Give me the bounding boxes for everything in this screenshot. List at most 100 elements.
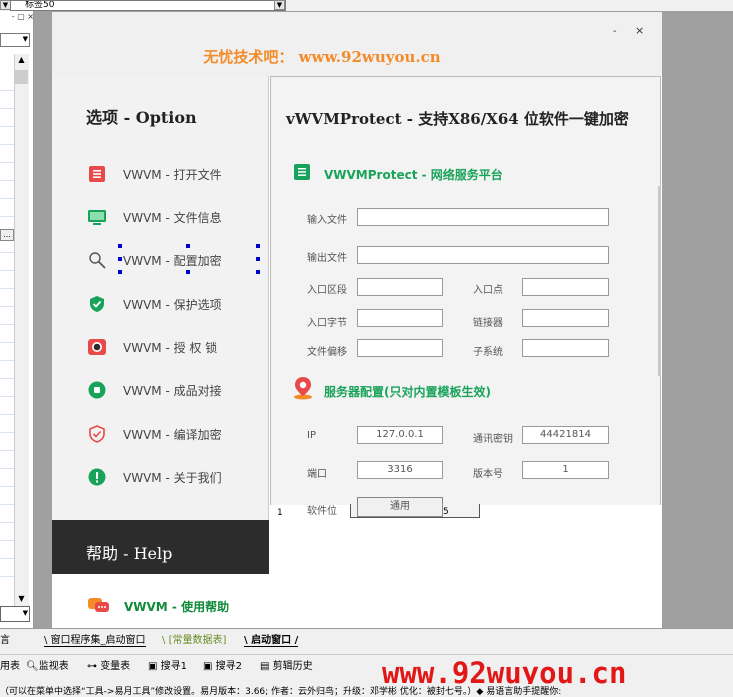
toolbar-search1[interactable]: ▣ 搜寻1	[148, 657, 187, 672]
bottom-tab-startup-window[interactable]: \ 启动窗口 /	[244, 631, 299, 647]
bottom-tab-stub[interactable]: 言	[0, 631, 10, 646]
selection-handle[interactable]	[256, 257, 260, 261]
sidebar-item-compile-encrypt[interactable]: VWVM - 编译加密	[86, 422, 266, 446]
chat-bubbles-icon	[88, 598, 109, 612]
sidebar-item-protect-options[interactable]: VWVM - 保护选项	[86, 292, 266, 316]
tab-combo[interactable]: 标签50	[10, 0, 286, 11]
help-title: 帮助 - Help	[86, 544, 173, 563]
help-item-label: VWVM - 使用帮助	[124, 600, 230, 614]
selection-handle[interactable]	[256, 270, 260, 274]
bottom-tab-assembly[interactable]: \ 窗口程序集_启动窗口	[44, 631, 146, 647]
label-entry-bytes: 入口字节	[307, 318, 347, 329]
toolbar-label: 监视表	[38, 661, 69, 672]
selection-handle[interactable]	[256, 244, 260, 248]
minimize-button[interactable]: -	[613, 26, 625, 37]
input-file-field[interactable]	[357, 208, 609, 226]
close-button[interactable]: ×	[635, 24, 647, 37]
ip-field[interactable]: 127.0.0.1	[357, 426, 443, 444]
label-entry-section: 入口区段	[307, 285, 347, 296]
section-title-server: 服务器配置(只对内置模板生效)	[324, 385, 491, 399]
toolbar-clip-history[interactable]: ▤ 剪辑历史	[260, 657, 313, 672]
sidebar-item-about-us[interactable]: VWVM - 关于我们	[86, 465, 266, 489]
sidebar-item-config-encrypt[interactable]: VWVM - 配置加密	[86, 248, 266, 272]
selection-handle[interactable]	[118, 270, 122, 274]
sidebar-item-label: VWVM - 配置加密	[123, 254, 222, 268]
label-software-bits: 软件位	[307, 506, 337, 517]
shield-outline-icon	[89, 425, 105, 443]
file-list-icon	[89, 166, 105, 182]
file-offset-field[interactable]	[357, 339, 443, 357]
tab-number-5[interactable]: 5	[443, 507, 449, 517]
label-file-offset: 文件偏移	[307, 347, 347, 358]
variable-icon: ⊶	[87, 661, 97, 672]
panel-bottom-combo[interactable]: ▼	[0, 606, 30, 622]
scroll-down-icon[interactable]: ▼	[15, 594, 28, 606]
tab-combo-arrow[interactable]: ▼	[274, 0, 285, 10]
sidebar-title: 选项 - Option	[86, 108, 197, 127]
toolbar-variable-table[interactable]: ⊶ 变量表	[87, 657, 130, 672]
port-field[interactable]: 3316	[357, 461, 443, 479]
entry-section-field[interactable]	[357, 278, 443, 296]
location-pin-icon	[294, 377, 312, 400]
selection-handle[interactable]	[118, 244, 122, 248]
label-linker: 链接器	[473, 318, 503, 329]
comm-key-field[interactable]: 44421814	[522, 426, 609, 444]
toolbar-search2[interactable]: ▣ 搜寻2	[203, 657, 242, 672]
general-button[interactable]: 通用	[357, 497, 443, 517]
status-bar: （可以在菜单中选择“工具->易月工具”修改设置。易月版本：3.66; 作者：云外…	[0, 684, 733, 697]
section-title-network: VWVMProtect - 网络服务平台	[324, 168, 503, 182]
entry-point-field[interactable]	[522, 278, 609, 296]
label-subsystem: 子系统	[473, 347, 503, 358]
selection-handle[interactable]	[186, 244, 190, 248]
monitor-icon	[88, 210, 106, 225]
magnifier-icon	[89, 252, 106, 269]
label-ip: IP	[307, 430, 316, 441]
camera-icon	[88, 339, 106, 355]
tab-number-1[interactable]: 1	[277, 508, 283, 518]
list-icon	[294, 164, 310, 180]
sidebar-item-product-dock[interactable]: VWVM - 成品对接	[86, 378, 266, 402]
entry-bytes-field[interactable]	[357, 309, 443, 327]
left-panel-scroll-thumb[interactable]	[15, 70, 28, 84]
linker-field[interactable]	[522, 309, 609, 327]
square-dot-icon	[88, 381, 106, 399]
magnifier-icon: 🔍︎	[26, 661, 39, 672]
toolbar-label: 变量表	[100, 661, 131, 672]
sidebar-item-label: VWVM - 保护选项	[123, 298, 222, 312]
toolbar-usage-table[interactable]: 用表	[0, 657, 20, 672]
selection-handle[interactable]	[186, 270, 190, 274]
bottom-tab-label: 窗口程序集_启动窗口	[50, 635, 146, 646]
left-panel-scrollbar[interactable]	[14, 54, 29, 614]
sidebar-item-license-lock[interactable]: VWVM - 授 权 锁	[86, 335, 266, 359]
ellipsis-label: ...	[3, 230, 11, 239]
panel-combo[interactable]: ▼	[0, 33, 30, 47]
panel-bottom-combo-arrow-icon: ▼	[22, 609, 28, 617]
tab-combo-value: 标签50	[25, 0, 55, 10]
main-title: vWVMProtect - 支持X86/X64 位软件一键加密	[286, 110, 629, 128]
sidebar-item-open-file[interactable]: VWVM - 打开文件	[86, 162, 266, 186]
toolbar-label: 搜寻1	[160, 661, 188, 672]
toolbar-label: 搜寻2	[215, 661, 243, 672]
exclamation-icon	[88, 468, 106, 486]
subsystem-field[interactable]	[522, 339, 609, 357]
sidebar-item-file-info[interactable]: VWVM - 文件信息	[86, 205, 266, 229]
scroll-up-icon[interactable]: ▲	[15, 55, 28, 67]
content-lower-area	[270, 519, 661, 628]
bottom-tab-constants[interactable]: \ [常量数据表]	[162, 631, 226, 646]
label-comm-key: 通讯密钥	[473, 434, 513, 445]
toolbar-label: 剪辑历史	[272, 661, 313, 672]
panel-controls[interactable]: - ▢ ×	[0, 13, 34, 23]
shield-check-icon	[90, 296, 104, 312]
toolbar-watch-table[interactable]: 🔍︎监视表	[26, 657, 69, 672]
sidebar-item-label: VWVM - 编译加密	[123, 428, 222, 442]
property-ellipsis-button[interactable]: ...	[0, 229, 14, 241]
selection-handle[interactable]	[118, 257, 122, 261]
version-field[interactable]: 1	[522, 461, 609, 479]
output-file-field[interactable]	[357, 246, 609, 264]
label-port: 端口	[307, 469, 327, 480]
label-entry-point: 入口点	[473, 285, 503, 296]
label-input-file: 输入文件	[307, 215, 347, 226]
toolbar-label: 用表	[0, 661, 20, 672]
panel-combo-arrow-icon: ▼	[22, 35, 28, 43]
search-window-icon: ▣	[203, 661, 213, 672]
